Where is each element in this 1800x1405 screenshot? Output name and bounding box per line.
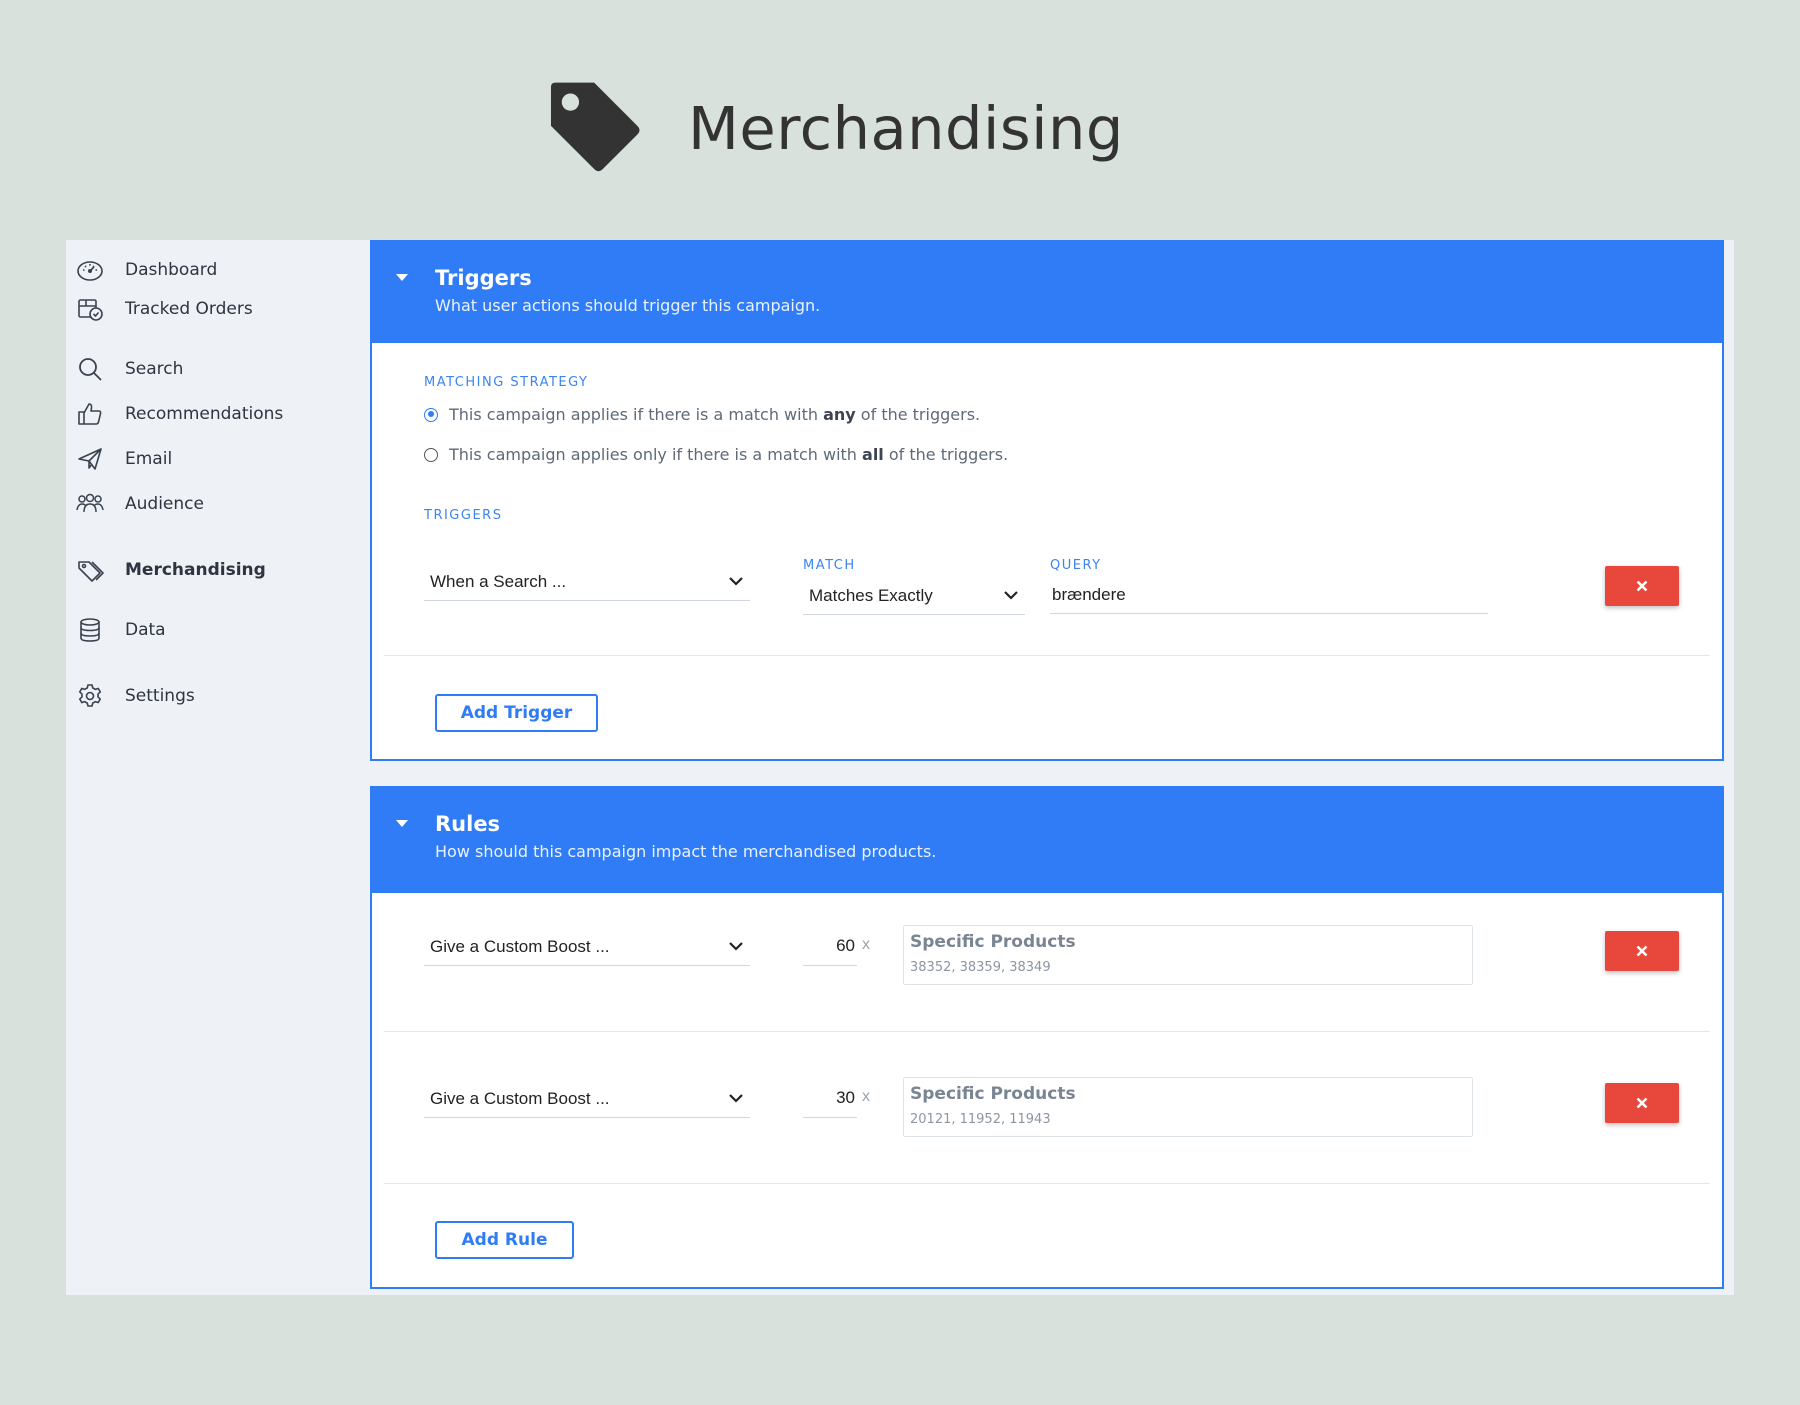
product-ids: 20121, 11952, 11943 bbox=[910, 1112, 1051, 1127]
sidebar-item-email[interactable]: Email bbox=[66, 441, 371, 477]
multiplier-label: x bbox=[862, 936, 870, 953]
page-title: Merchandising bbox=[688, 93, 1124, 163]
boost-input[interactable]: 60 bbox=[803, 925, 857, 966]
rules-subtitle: How should this campaign impact the merc… bbox=[435, 842, 937, 861]
divider bbox=[384, 1031, 1710, 1032]
strategy-option-all[interactable]: This campaign applies only if there is a… bbox=[424, 445, 1008, 464]
main-content: Triggers What user actions should trigge… bbox=[370, 240, 1734, 1295]
select-value: Give a Custom Boost ... bbox=[430, 1089, 610, 1108]
delete-rule-button[interactable] bbox=[1605, 931, 1679, 971]
sidebar-item-label: Search bbox=[125, 359, 184, 379]
divider bbox=[384, 655, 1710, 656]
sidebar-item-label: Recommendations bbox=[125, 404, 284, 424]
chevron-down-icon bbox=[729, 1094, 743, 1103]
target-title: Specific Products bbox=[910, 932, 1076, 952]
radio-button-checked[interactable] bbox=[424, 407, 438, 422]
radio-button[interactable] bbox=[424, 447, 438, 462]
sidebar-item-label: Audience bbox=[125, 494, 204, 514]
sidebar-item-label: Merchandising bbox=[125, 560, 266, 580]
sidebar: Dashboard Tracked Orders Search Recommen… bbox=[66, 240, 371, 1295]
triggers-subtitle: What user actions should trigger this ca… bbox=[435, 296, 821, 315]
boost-value: 30 bbox=[836, 1088, 855, 1107]
boost-value: 60 bbox=[836, 936, 855, 955]
sidebar-item-label: Dashboard bbox=[125, 260, 218, 280]
query-input[interactable]: brændere bbox=[1050, 575, 1488, 614]
close-icon bbox=[1636, 580, 1648, 592]
product-target-box[interactable]: Specific Products 38352, 38359, 38349 bbox=[903, 925, 1473, 985]
rules-header: Rules How should this campaign impact th… bbox=[372, 788, 1722, 893]
delete-rule-button[interactable] bbox=[1605, 1083, 1679, 1123]
search-icon bbox=[75, 354, 105, 384]
collapse-caret-icon[interactable] bbox=[396, 274, 408, 281]
sidebar-item-label: Settings bbox=[125, 686, 195, 706]
match-label: MATCH bbox=[803, 558, 856, 573]
tags-icon bbox=[75, 555, 105, 585]
price-tag-icon bbox=[550, 82, 640, 172]
collapse-caret-icon[interactable] bbox=[396, 820, 408, 827]
sidebar-item-search[interactable]: Search bbox=[66, 351, 371, 387]
radio-label: This campaign applies if there is a matc… bbox=[449, 405, 981, 424]
sidebar-item-label: Email bbox=[125, 449, 173, 469]
select-value: When a Search ... bbox=[430, 572, 567, 591]
delete-trigger-button[interactable] bbox=[1605, 566, 1679, 606]
close-icon bbox=[1636, 1097, 1648, 1109]
app-window: Dashboard Tracked Orders Search Recommen… bbox=[66, 240, 1734, 1295]
sidebar-item-dashboard[interactable]: Dashboard bbox=[66, 252, 371, 288]
sidebar-item-data[interactable]: Data bbox=[66, 612, 371, 648]
strategy-option-any[interactable]: This campaign applies if there is a matc… bbox=[424, 405, 980, 424]
radio-label: This campaign applies only if there is a… bbox=[449, 445, 1009, 464]
add-trigger-button[interactable]: Add Trigger bbox=[435, 694, 598, 732]
match-type-select[interactable]: Matches Exactly bbox=[803, 574, 1025, 615]
people-icon bbox=[75, 489, 105, 519]
sidebar-item-label: Tracked Orders bbox=[125, 299, 253, 319]
sidebar-item-settings[interactable]: Settings bbox=[66, 678, 371, 714]
dashboard-gauge-icon bbox=[75, 255, 105, 285]
chevron-down-icon bbox=[1004, 591, 1018, 600]
select-value: Give a Custom Boost ... bbox=[430, 937, 610, 956]
rule-type-select[interactable]: Give a Custom Boost ... bbox=[424, 925, 750, 966]
target-title: Specific Products bbox=[910, 1084, 1076, 1104]
paper-plane-icon bbox=[75, 444, 105, 474]
divider bbox=[384, 1183, 1710, 1184]
triggers-header: Triggers What user actions should trigge… bbox=[372, 242, 1722, 343]
sidebar-item-audience[interactable]: Audience bbox=[66, 486, 371, 522]
sidebar-item-recommendations[interactable]: Recommendations bbox=[66, 396, 371, 432]
sidebar-item-tracked-orders[interactable]: Tracked Orders bbox=[66, 291, 371, 327]
page-header: Merchandising bbox=[538, 74, 1124, 182]
close-icon bbox=[1636, 945, 1648, 957]
rules-title: Rules bbox=[435, 812, 501, 836]
sidebar-item-merchandising[interactable]: Merchandising bbox=[66, 552, 371, 588]
triggers-panel: Triggers What user actions should trigge… bbox=[370, 240, 1724, 761]
rules-panel: Rules How should this campaign impact th… bbox=[370, 786, 1724, 1289]
database-icon bbox=[75, 615, 105, 645]
query-value: brændere bbox=[1052, 585, 1126, 604]
thumbs-up-icon bbox=[75, 399, 105, 429]
rule-type-select[interactable]: Give a Custom Boost ... bbox=[424, 1077, 750, 1118]
select-value: Matches Exactly bbox=[809, 586, 933, 605]
trigger-type-select[interactable]: When a Search ... bbox=[424, 560, 750, 601]
boost-input[interactable]: 30 bbox=[803, 1077, 857, 1118]
tracked-orders-icon bbox=[75, 294, 105, 324]
triggers-title: Triggers bbox=[435, 266, 532, 290]
product-target-box[interactable]: Specific Products 20121, 11952, 11943 bbox=[903, 1077, 1473, 1137]
chevron-down-icon bbox=[729, 577, 743, 586]
chevron-down-icon bbox=[729, 942, 743, 951]
triggers-list-label: TRIGGERS bbox=[424, 508, 503, 523]
multiplier-label: x bbox=[862, 1088, 870, 1105]
gear-icon bbox=[75, 681, 105, 711]
sidebar-item-label: Data bbox=[125, 620, 166, 640]
product-ids: 38352, 38359, 38349 bbox=[910, 960, 1051, 975]
query-label: QUERY bbox=[1050, 558, 1102, 573]
matching-strategy-label: MATCHING STRATEGY bbox=[424, 375, 589, 390]
add-rule-button[interactable]: Add Rule bbox=[435, 1221, 574, 1259]
